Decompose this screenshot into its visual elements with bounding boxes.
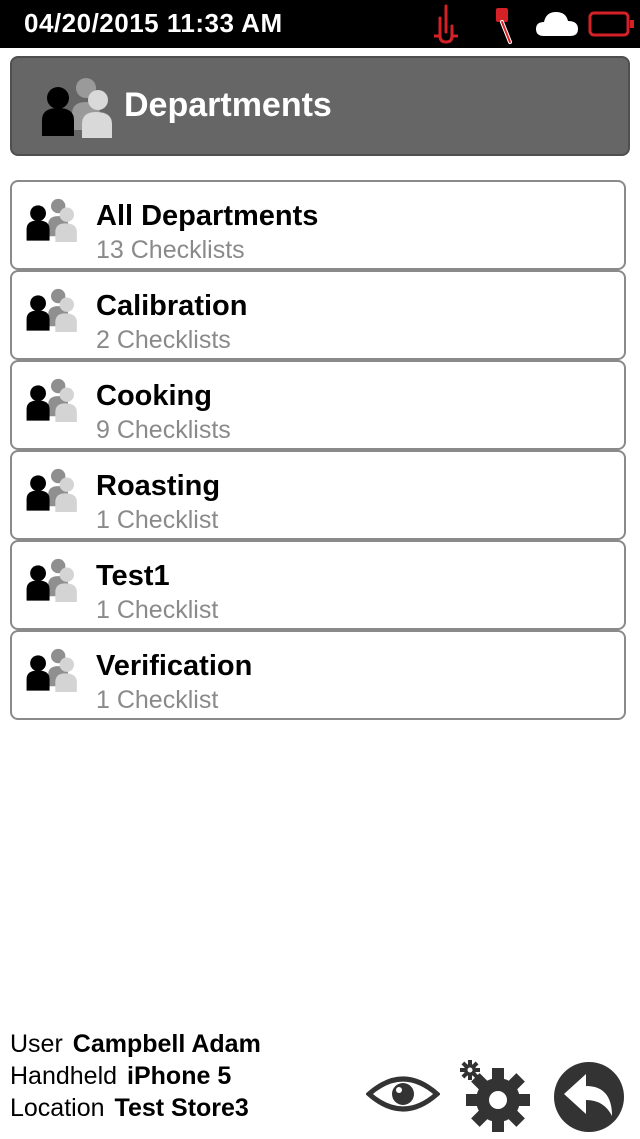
department-name: Verification xyxy=(96,650,253,682)
footer-handheld-row: Handheld iPhone 5 xyxy=(10,1060,261,1092)
department-checklist-count: 13 Checklists xyxy=(96,236,245,264)
department-checklist-count: 1 Checklist xyxy=(96,596,219,624)
location-label: Location xyxy=(10,1094,105,1122)
handheld-value: iPhone 5 xyxy=(127,1062,232,1090)
settings-gear-icon[interactable] xyxy=(458,1058,534,1139)
department-item-verification[interactable]: Verification 1 Checklist xyxy=(10,630,626,720)
people-group-icon xyxy=(24,466,78,517)
location-value: Test Store3 xyxy=(114,1094,249,1122)
eye-icon[interactable] xyxy=(365,1072,441,1121)
department-name: All Departments xyxy=(96,200,319,232)
department-checklist-count: 2 Checklists xyxy=(96,326,231,354)
thermometer-probe-icon xyxy=(430,4,464,51)
battery-icon xyxy=(588,10,636,45)
back-arrow-icon[interactable] xyxy=(552,1060,626,1139)
department-checklist-count: 1 Checklist xyxy=(96,686,219,714)
status-bar: 04/20/2015 11:33 AM xyxy=(0,0,640,48)
department-name: Test1 xyxy=(96,560,170,592)
footer-info: User Campbell Adam Handheld iPhone 5 Locat… xyxy=(10,1028,261,1124)
department-item-cooking[interactable]: Cooking 9 Checklists xyxy=(10,360,626,450)
department-name: Roasting xyxy=(96,470,221,502)
department-checklist-count: 9 Checklists xyxy=(96,416,231,444)
footer-location-row: Location Test Store3 xyxy=(10,1092,261,1124)
people-group-icon xyxy=(24,286,78,337)
people-group-icon xyxy=(24,196,78,247)
department-name: Cooking xyxy=(96,380,212,412)
people-group-icon xyxy=(24,556,78,607)
probe-icon xyxy=(490,4,520,51)
people-group-icon xyxy=(24,646,78,697)
people-group-icon xyxy=(24,376,78,427)
footer-user-row: User Campbell Adam xyxy=(10,1028,261,1060)
department-name: Calibration xyxy=(96,290,248,322)
status-datetime: 04/20/2015 11:33 AM xyxy=(24,8,283,38)
department-item-test1[interactable]: Test1 1 Checklist xyxy=(10,540,626,630)
page-header: Departments xyxy=(10,56,630,156)
department-item-roasting[interactable]: Roasting 1 Checklist xyxy=(10,450,626,540)
user-label: User xyxy=(10,1030,63,1058)
department-item-calibration[interactable]: Calibration 2 Checklists xyxy=(10,270,626,360)
department-checklist-count: 1 Checklist xyxy=(96,506,219,534)
people-group-icon xyxy=(40,74,112,143)
cloud-icon xyxy=(534,8,580,45)
department-item-all-departments[interactable]: All Departments 13 Checklists xyxy=(10,180,626,270)
user-value: Campbell Adam xyxy=(72,1030,261,1058)
handheld-label: Handheld xyxy=(10,1062,118,1090)
page-title: Departments xyxy=(124,86,332,124)
